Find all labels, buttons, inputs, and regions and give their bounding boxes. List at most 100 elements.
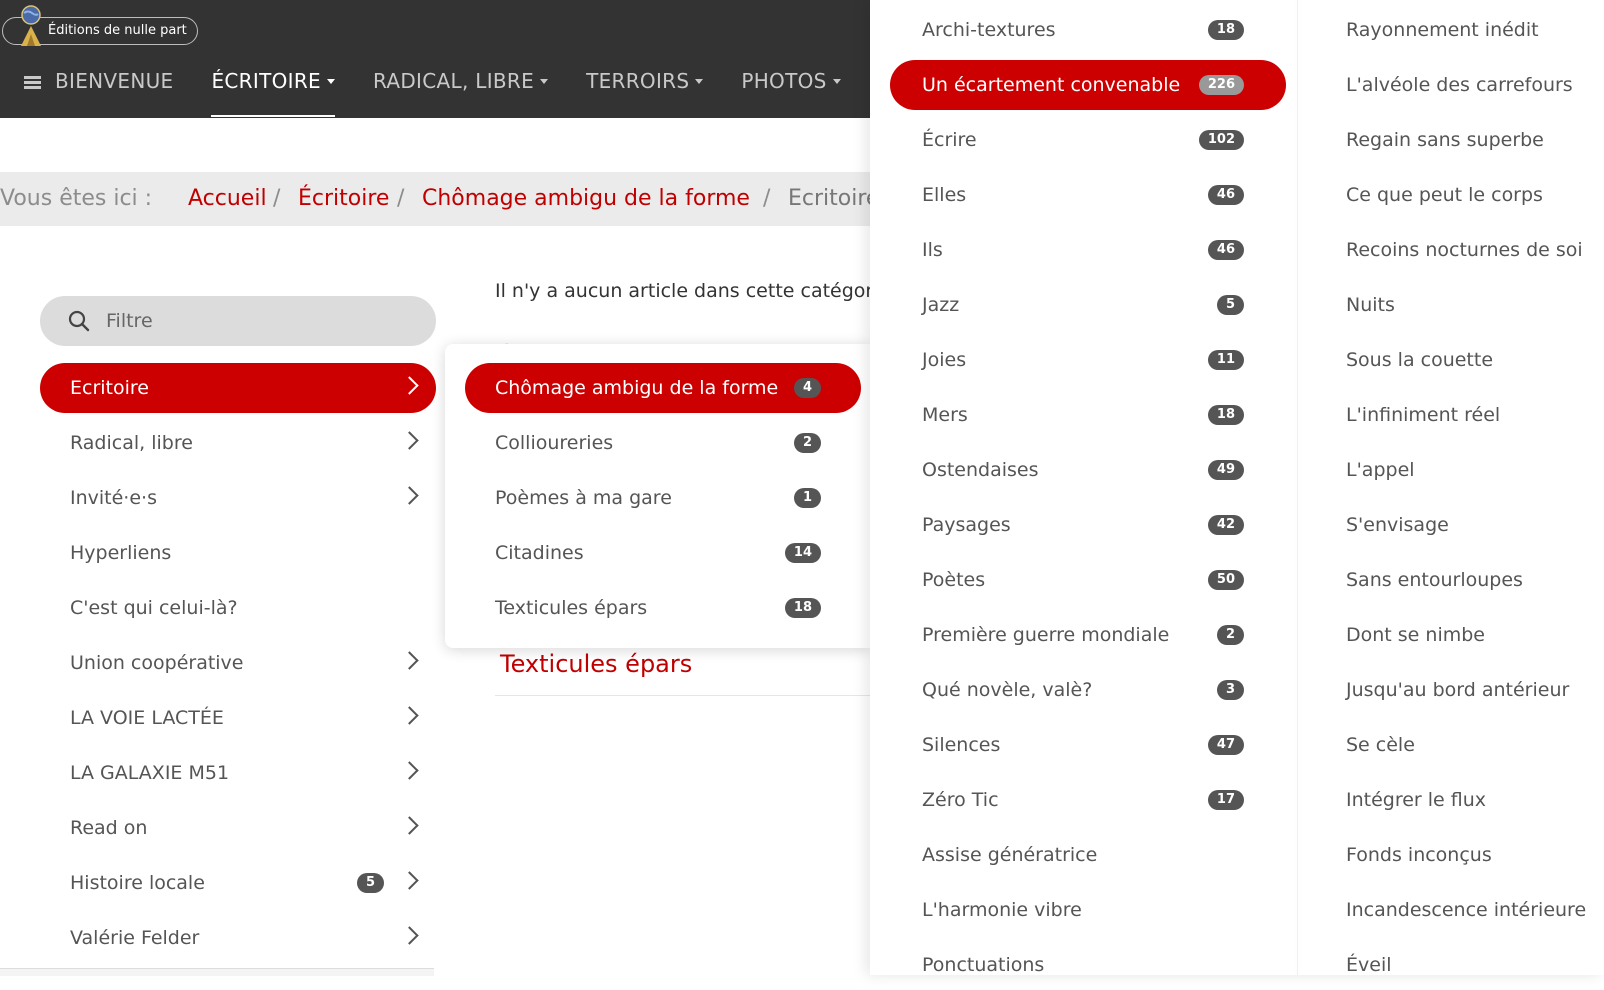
menu-item-alveole[interactable]: L'alvéole des carrefours — [1346, 60, 1573, 110]
menu-item-senvisage[interactable]: S'envisage — [1346, 500, 1449, 550]
left-item-histoire-locale[interactable]: Histoire locale 5 — [40, 858, 436, 908]
menu-item-label: Ponctuations — [922, 954, 1045, 976]
caret-down-icon — [540, 78, 549, 84]
left-item-radical-libre[interactable]: Radical, libre — [40, 418, 436, 468]
menu-item-fonds[interactable]: Fonds inconçus — [1346, 830, 1492, 880]
menu-item-harmonie[interactable]: L'harmonie vibre — [890, 885, 1286, 935]
menu-item-label: Écrire — [922, 129, 977, 151]
menu-item-recoins[interactable]: Recoins nocturnes de soi — [1346, 225, 1583, 275]
count-badge: 17 — [1207, 790, 1244, 810]
menu-item-infiniment[interactable]: L'infiniment réel — [1346, 390, 1500, 440]
left-item-galaxie-m51[interactable]: LA GALAXIE M51 — [40, 748, 436, 798]
nav-bienvenue[interactable]: BIENVENUE — [24, 64, 173, 118]
menu-item-ecrire[interactable]: Écrire 102 — [890, 115, 1286, 165]
menu-item-regain[interactable]: Regain sans superbe — [1346, 115, 1544, 165]
left-item-hyperliens[interactable]: Hyperliens — [40, 528, 436, 578]
menu-item-silences[interactable]: Silences 47 — [890, 720, 1286, 770]
count-badge: 11 — [1207, 350, 1244, 370]
menu-item-eveil[interactable]: Éveil — [1346, 940, 1392, 990]
sub-item-label: Chômage ambigu de la forme — [495, 377, 779, 399]
menu-item-ecartement[interactable]: Un écartement convenable 226 — [890, 60, 1286, 110]
nav-ecritoire[interactable]: ÉCRITOIRE — [211, 64, 335, 117]
nav-radical-libre-label: RADICAL, LIBRE — [372, 69, 535, 93]
menu-item-label: Assise génératrice — [922, 844, 1098, 866]
menu-item-label: Silences — [922, 734, 1001, 756]
menu-item-label: Un écartement convenable — [922, 74, 1181, 96]
menu-item-se-cele[interactable]: Se cèle — [1346, 720, 1415, 770]
count-badge: 14 — [784, 543, 821, 563]
menu-item-label: Elles — [922, 184, 967, 206]
menu-item-archi-textures[interactable]: Archi-textures 18 — [890, 5, 1286, 55]
brand-name: Éditions de nulle part — [48, 23, 187, 38]
menu-item-label: Jazz — [922, 294, 960, 316]
menu-item-premiere-guerre[interactable]: Première guerre mondiale 2 — [890, 610, 1286, 660]
count-badge: 46 — [1207, 240, 1244, 260]
breadcrumb-link-ecritoire[interactable]: Écritoire — [298, 172, 389, 226]
breadcrumb-link-chomage[interactable]: Chômage ambigu de la forme — [422, 172, 750, 226]
left-item-ecritoire[interactable]: Ecritoire — [40, 363, 436, 413]
breadcrumb-separator: / — [273, 186, 281, 211]
sub-item-collioureries[interactable]: Collioureries 2 — [465, 418, 861, 468]
chevron-right-icon — [400, 651, 419, 670]
left-item-union-cooperative[interactable]: Union coopérative — [40, 638, 436, 688]
left-item-label: Read on — [70, 817, 148, 839]
count-badge: 18 — [1207, 20, 1244, 40]
menu-item-mers[interactable]: Mers 18 — [890, 390, 1286, 440]
menu-item-ils[interactable]: Ils 46 — [890, 225, 1286, 275]
menu-item-sans-entourloupes[interactable]: Sans entourloupes — [1346, 555, 1523, 605]
menu-item-incandescence[interactable]: Incandescence intérieure — [1346, 885, 1586, 935]
chevron-right-icon — [400, 926, 419, 945]
left-item-cest-qui[interactable]: C'est qui celui-là? — [40, 583, 436, 633]
menu-item-ostendaises[interactable]: Ostendaises 49 — [890, 445, 1286, 495]
left-item-label: LA VOIE LACTÉE — [70, 707, 224, 729]
sub-item-citadines[interactable]: Citadines 14 — [465, 528, 861, 578]
menu-item-ce-que-peut[interactable]: Ce que peut le corps — [1346, 170, 1543, 220]
chevron-right-icon — [400, 871, 419, 890]
menu-item-zero-tic[interactable]: Zéro Tic 17 — [890, 775, 1286, 825]
texticules-epars-link[interactable]: Texticules épars — [500, 650, 692, 678]
sub-item-texticules[interactable]: Texticules épars 18 — [465, 583, 861, 633]
count-badge: 226 — [1198, 75, 1244, 95]
menu-item-jazz[interactable]: Jazz 5 — [890, 280, 1286, 330]
menu-item-ponctuations[interactable]: Ponctuations — [890, 940, 1286, 990]
nav-photos[interactable]: PHOTOS — [741, 64, 841, 118]
menu-item-jusquau-bord[interactable]: Jusqu'au bord antérieur — [1346, 665, 1569, 715]
nav-radical-libre[interactable]: RADICAL, LIBRE — [372, 64, 549, 118]
count-badge: 3 — [1216, 680, 1244, 700]
left-item-label: Invité·e·s — [70, 487, 157, 509]
filter-input[interactable]: Filtre — [40, 296, 436, 346]
breadcrumb-separator: / — [397, 186, 405, 211]
menu-item-sous-la-couette[interactable]: Sous la couette — [1346, 335, 1493, 385]
sub-item-chomage[interactable]: Chômage ambigu de la forme 4 — [465, 363, 861, 413]
chevron-right-icon — [400, 431, 419, 450]
menu-item-label: L'harmonie vibre — [922, 899, 1082, 921]
menu-item-elles[interactable]: Elles 46 — [890, 170, 1286, 220]
left-item-invites[interactable]: Invité·e·s — [40, 473, 436, 523]
menu-item-paysages[interactable]: Paysages 42 — [890, 500, 1286, 550]
menu-item-integrer[interactable]: Intégrer le flux — [1346, 775, 1486, 825]
menu-item-nuits[interactable]: Nuits — [1346, 280, 1395, 330]
nav-terroirs[interactable]: TERROIRS — [586, 64, 704, 118]
menu-item-appel[interactable]: L'appel — [1346, 445, 1415, 495]
hamburger-icon — [24, 76, 41, 89]
left-item-voie-lactee[interactable]: LA VOIE LACTÉE — [40, 693, 436, 743]
left-item-read-on[interactable]: Read on — [40, 803, 436, 853]
breadcrumb-current: Ecritoire — [788, 186, 870, 211]
menu-item-que-novele[interactable]: Qué novèle, valè? 3 — [890, 665, 1286, 715]
sub-item-label: Collioureries — [495, 432, 614, 454]
count-badge: 1 — [793, 488, 821, 508]
menu-item-rayonnement[interactable]: Rayonnement inédit — [1346, 5, 1539, 55]
sub-item-label: Poèmes à ma gare — [495, 487, 672, 509]
menu-item-joies[interactable]: Joies 11 — [890, 335, 1286, 385]
menu-item-assise[interactable]: Assise génératrice — [890, 830, 1286, 880]
sub-item-poemes-gare[interactable]: Poèmes à ma gare 1 — [465, 473, 861, 523]
left-item-label: Radical, libre — [70, 432, 193, 454]
left-item-valerie-felder[interactable]: Valérie Felder — [40, 913, 436, 963]
menu-item-label: Paysages — [922, 514, 1011, 536]
menu-item-poetes[interactable]: Poètes 50 — [890, 555, 1286, 605]
breadcrumb-link-accueil[interactable]: Accueil — [188, 172, 267, 226]
left-item-label: C'est qui celui-là? — [70, 597, 238, 619]
menu-item-dont-se-nimbe[interactable]: Dont se nimbe — [1346, 610, 1485, 660]
brand-logo-icon[interactable] — [16, 4, 46, 48]
count-badge: 2 — [793, 433, 821, 453]
